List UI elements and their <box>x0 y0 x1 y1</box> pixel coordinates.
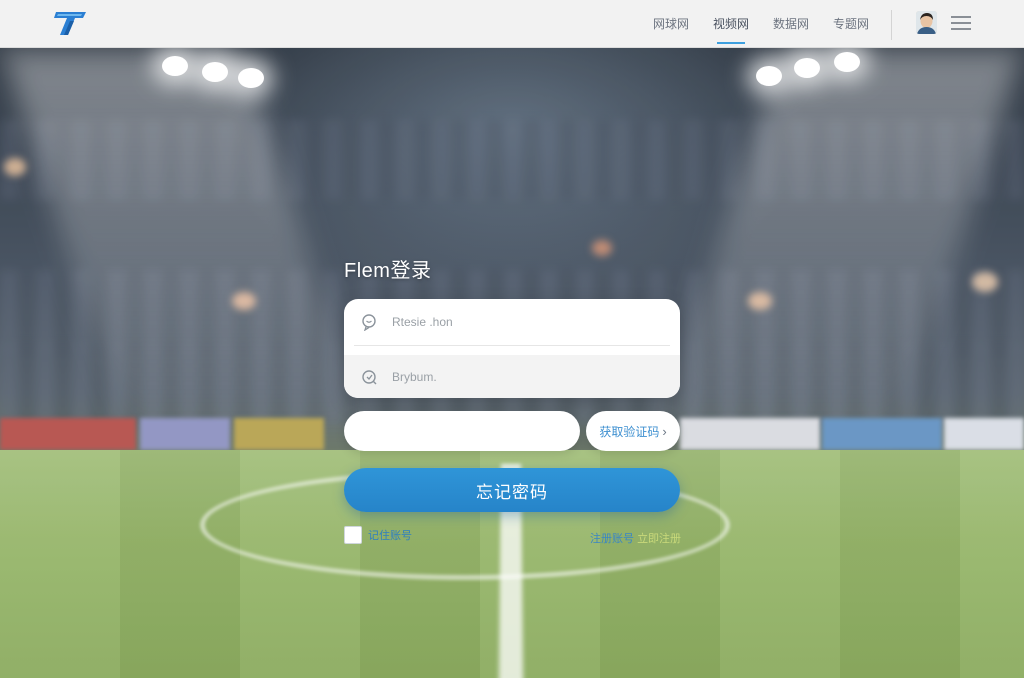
hamburger-menu-icon[interactable] <box>951 16 971 30</box>
nav-item-video[interactable]: 视频网 <box>713 15 749 44</box>
get-captcha-button[interactable]: 获取验证码 › <box>586 411 680 451</box>
nav-item-tennis[interactable]: 网球网 <box>653 15 689 38</box>
remember-account[interactable]: 记住账号 <box>344 526 412 544</box>
register-link-label: 注册账号 <box>590 533 634 545</box>
nav-item-topics[interactable]: 专题网 <box>833 15 869 38</box>
avatar-icon <box>916 11 937 34</box>
username-field <box>344 299 680 345</box>
field-divider <box>354 345 670 346</box>
main-nav: 网球网 视频网 数据网 专题网 <box>653 15 869 44</box>
captcha-input[interactable] <box>344 411 580 451</box>
lock-search-icon <box>362 369 377 384</box>
submit-button[interactable]: 忘记密码 <box>344 468 680 512</box>
nav-item-data[interactable]: 数据网 <box>773 15 809 38</box>
chevron-right-icon: › <box>662 423 667 439</box>
password-input[interactable] <box>392 369 652 384</box>
remember-checkbox[interactable] <box>344 526 362 544</box>
remember-label: 记住账号 <box>368 530 412 542</box>
header-divider <box>891 10 892 40</box>
top-header: 网球网 视频网 数据网 专题网 <box>0 0 1024 48</box>
password-field <box>344 355 680 398</box>
login-title: Flem登录 <box>344 260 432 282</box>
register-link[interactable]: 注册账号 立即注册 <box>590 530 681 546</box>
brand-logo-icon[interactable] <box>52 9 88 37</box>
user-chat-icon <box>362 314 376 331</box>
captcha-button-label: 获取验证码 <box>599 424 660 439</box>
user-avatar[interactable] <box>916 11 937 34</box>
register-link-faint: 立即注册 <box>637 533 682 545</box>
credentials-card <box>344 299 680 398</box>
username-input[interactable] <box>392 315 652 329</box>
